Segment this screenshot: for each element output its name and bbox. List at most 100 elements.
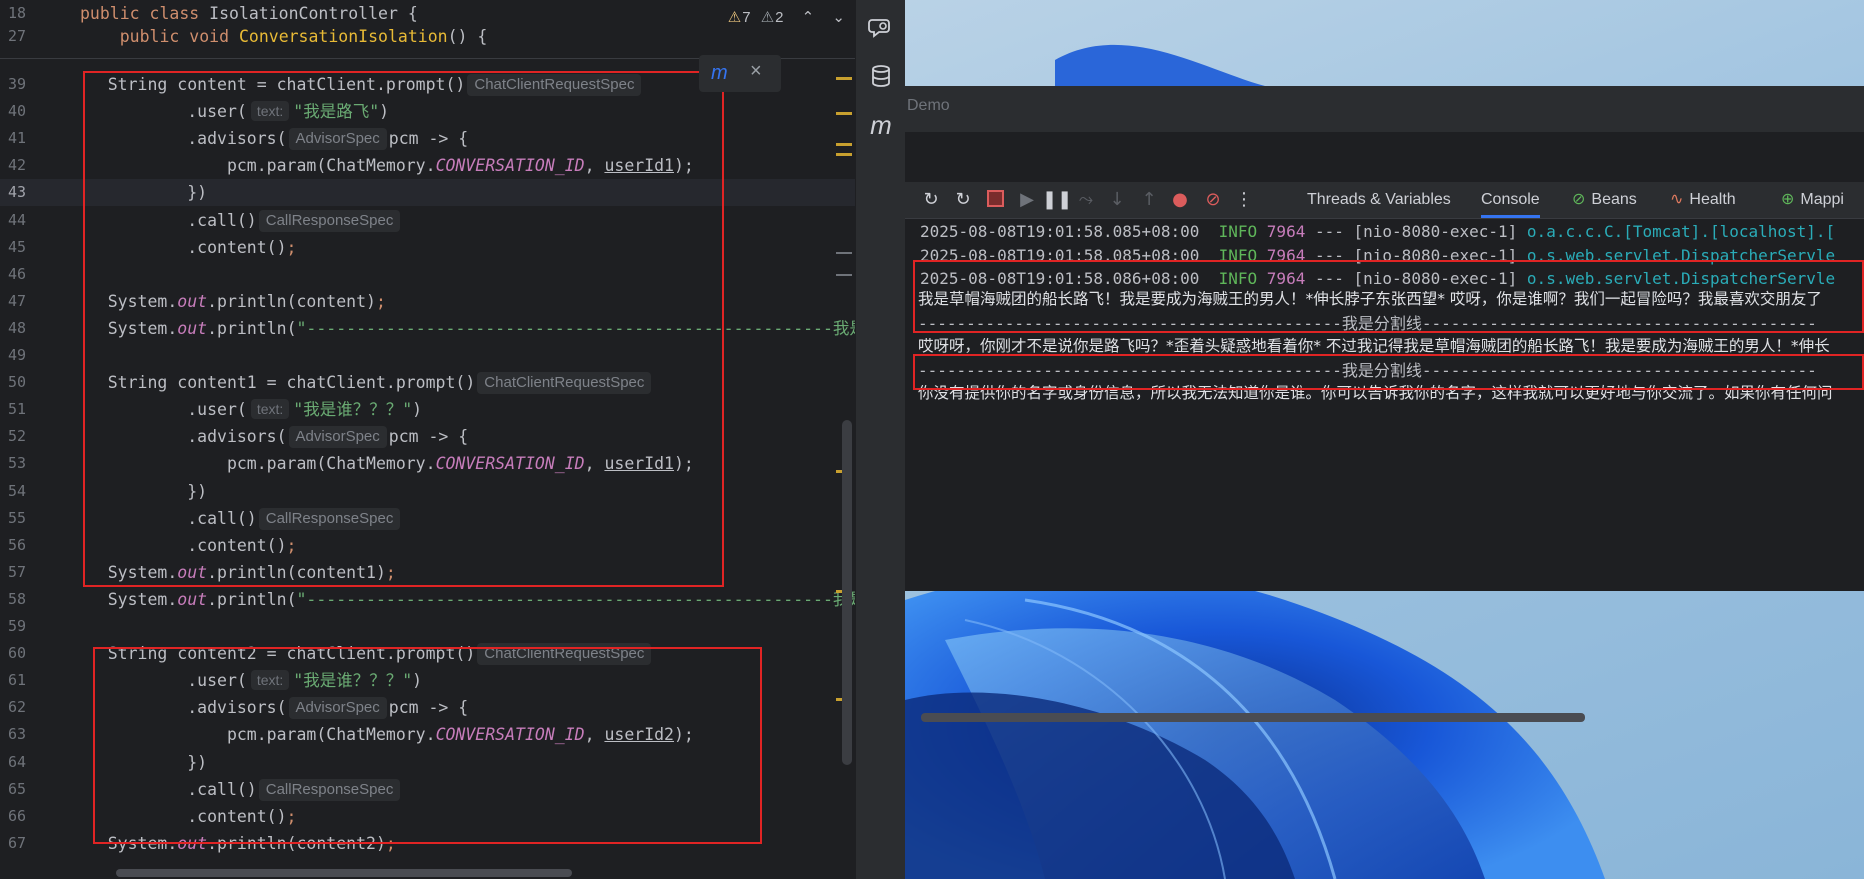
- error-stripe-mark[interactable]: [836, 274, 852, 276]
- tab-label: Console: [1481, 191, 1540, 208]
- code-token: () {: [447, 27, 488, 46]
- highlight-box-content2: [93, 647, 762, 844]
- view-breakpoints-icon[interactable]: ●: [1168, 188, 1192, 212]
- line-number: 41: [7, 129, 26, 148]
- inspection-widget[interactable]: ⚠7 ⚠2 ⌃ ⌄: [722, 8, 845, 26]
- line-number: 62: [7, 698, 26, 717]
- code-line[interactable]: System.out.println("--------------------…: [68, 586, 855, 613]
- line-number: 51: [7, 400, 26, 419]
- log-logger: o.a.c.c.C.[Tomcat].[localhost].[: [1526, 222, 1836, 241]
- line-number: 27: [7, 27, 26, 45]
- error-stripe-mark[interactable]: [836, 153, 852, 156]
- line-number: 58: [7, 589, 26, 608]
- warning-count: 7: [742, 9, 751, 26]
- step-over-icon[interactable]: ⤳: [1074, 188, 1098, 212]
- line-number: 44: [7, 210, 26, 229]
- line-number: 45: [7, 237, 26, 256]
- tab-threads-variables[interactable]: Threads & Variables: [1307, 182, 1451, 218]
- code-token: out: [177, 589, 208, 609]
- line-number: 47: [7, 291, 26, 310]
- log-level: INFO: [1218, 222, 1258, 241]
- database-icon[interactable]: [868, 63, 894, 89]
- popup-close-button[interactable]: ×: [750, 60, 762, 83]
- step-into-icon[interactable]: ↓: [1105, 188, 1129, 212]
- run-tool-window: Demo ↻ ↻ ▶ ❚❚ ⤳ ↓ ↑ ● ⊘ ⋮ Threads & Vari…: [905, 86, 1864, 722]
- prev-problem-button[interactable]: ⌃: [802, 9, 815, 26]
- line-number: 63: [7, 725, 26, 744]
- tab-label: Mappi: [1800, 191, 1844, 208]
- tab-label: Health: [1689, 191, 1736, 208]
- line-number: 43: [7, 183, 26, 202]
- warning-icon: ⚠: [727, 9, 742, 26]
- tab-mappi[interactable]: ⊕ Mappi: [1781, 182, 1844, 218]
- line-number: 42: [7, 156, 26, 175]
- highlight-box-console-2: [913, 354, 1864, 390]
- code-token: .println(: [207, 589, 297, 609]
- editor-horizontal-scrollbar[interactable]: [116, 869, 572, 877]
- editor-vertical-scrollbar[interactable]: [842, 420, 852, 765]
- maven-reload-popup[interactable]: m ×: [699, 55, 781, 92]
- error-stripe-mark[interactable]: [836, 252, 852, 254]
- ai-assistant-icon[interactable]: [868, 14, 894, 40]
- code-token: System.: [68, 589, 178, 609]
- line-number: 52: [7, 427, 26, 446]
- code-token: IsolationController {: [209, 4, 418, 23]
- line-number: 49: [7, 346, 26, 364]
- highlight-box-content-content1: [83, 71, 724, 587]
- rerun-icon[interactable]: ↻: [919, 188, 943, 212]
- line-number: 39: [7, 75, 26, 93]
- run-window-titlebar: Demo: [905, 86, 1864, 132]
- highlight-box-console-1: [913, 260, 1864, 333]
- log-sep: ---: [1314, 222, 1344, 241]
- tab-beans[interactable]: ⊘ Beans: [1572, 182, 1637, 218]
- step-out-icon[interactable]: ↑: [1137, 188, 1161, 212]
- code-editor[interactable]: 39 String content = chatClient.prompt() C…: [0, 0, 855, 879]
- mute-breakpoints-icon[interactable]: ⊘: [1201, 188, 1225, 212]
- weak-warning-icon: ⚠: [760, 9, 775, 26]
- line-number: 46: [7, 264, 26, 283]
- console-output[interactable]: 2025-08-08T19:01:58.085+08:00 INFO 7964 …: [905, 219, 1864, 722]
- tab-label: Threads & Variables: [1307, 191, 1451, 208]
- tab-label: Beans: [1591, 191, 1637, 208]
- next-problem-button[interactable]: ⌄: [832, 9, 845, 26]
- right-tool-strip: m: [855, 0, 906, 879]
- mappings-icon: ⊕: [1781, 191, 1795, 208]
- error-stripe-mark[interactable]: [836, 112, 852, 115]
- error-stripe-mark[interactable]: [836, 143, 852, 146]
- maven-reload-icon[interactable]: m: [711, 62, 728, 85]
- pause-icon[interactable]: ❚❚: [1042, 188, 1072, 212]
- line-number: 60: [7, 644, 26, 663]
- code-token: "---------------------------------------…: [296, 589, 856, 609]
- line-number: 66: [7, 806, 26, 825]
- line-number: 50: [7, 373, 26, 392]
- stop-icon[interactable]: [983, 188, 1007, 212]
- debug-toolbar: ↻ ↻ ▶ ❚❚ ⤳ ↓ ↑ ● ⊘ ⋮ Threads & Variables…: [905, 182, 1864, 219]
- line-number: 40: [7, 102, 26, 121]
- line-number: 55: [7, 508, 26, 527]
- log-thread: [nio-8080-exec-1]: [1353, 222, 1518, 241]
- maven-icon[interactable]: m: [868, 112, 894, 138]
- console-horizontal-scrollbar[interactable]: [921, 713, 1585, 722]
- line-number: 59: [7, 617, 26, 635]
- tab-health[interactable]: ∿ Health: [1670, 182, 1736, 218]
- line-number: 54: [7, 481, 26, 500]
- line-number: 61: [7, 671, 26, 690]
- resume-icon[interactable]: ▶: [1015, 188, 1039, 212]
- sticky-header: 18 public class IsolationController {27 p…: [0, 0, 855, 59]
- line-number: 67: [7, 833, 26, 852]
- line-number: 57: [7, 562, 26, 581]
- run-window-title: Demo: [907, 97, 950, 114]
- beans-icon: ⊘: [1572, 191, 1586, 208]
- restart-icon[interactable]: ↻: [951, 188, 975, 212]
- more-options-icon[interactable]: ⋮: [1232, 188, 1256, 212]
- line-number: 64: [7, 752, 26, 771]
- line-number: 65: [7, 779, 26, 798]
- tab-console[interactable]: Console: [1481, 182, 1540, 218]
- health-icon: ∿: [1670, 191, 1684, 208]
- sticky-code-line[interactable]: public void ConversationIsolation() {: [80, 23, 488, 50]
- code-token: public class: [80, 4, 210, 23]
- line-number: 53: [7, 454, 26, 473]
- line-number: 56: [7, 535, 26, 554]
- error-stripe-mark[interactable]: [836, 77, 852, 80]
- line-number: 48: [7, 318, 26, 337]
